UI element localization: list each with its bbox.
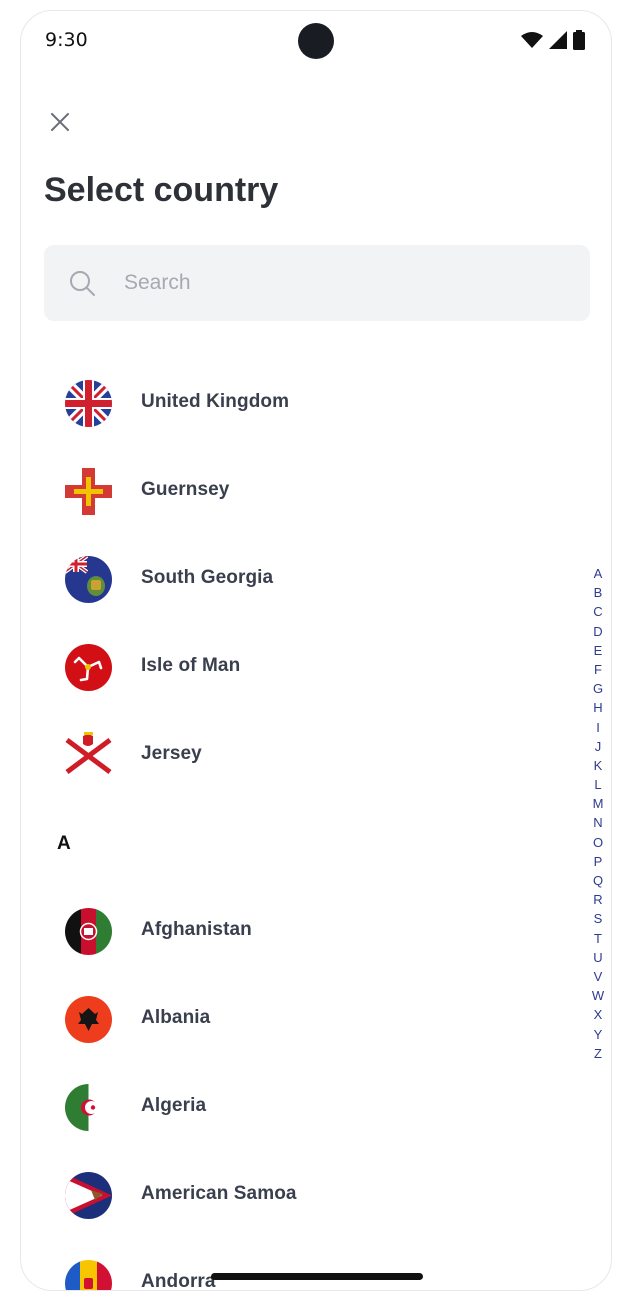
index-letter-m[interactable]: M	[593, 794, 604, 813]
country-name: Andorra	[141, 1271, 216, 1291]
isle-of-man-flag	[65, 644, 112, 691]
country-row-afghanistan[interactable]: Afghanistan	[21, 887, 611, 975]
country-row-albania[interactable]: Albania	[21, 975, 611, 1063]
index-letter-r[interactable]: R	[593, 890, 602, 909]
country-name: South Georgia	[141, 567, 274, 588]
country-name: Jersey	[141, 743, 202, 764]
country-row-united-kingdom[interactable]: United Kingdom	[21, 359, 611, 447]
index-letter-z[interactable]: Z	[594, 1044, 602, 1063]
albania-flag	[65, 996, 112, 1043]
uk-flag	[65, 380, 112, 427]
index-letter-p[interactable]: P	[594, 852, 603, 871]
index-letter-v[interactable]: V	[594, 967, 603, 986]
status-bar: 9:30	[21, 11, 611, 71]
country-row-american-samoa[interactable]: American Samoa	[21, 1151, 611, 1239]
index-letter-h[interactable]: H	[593, 698, 602, 717]
country-list: United Kingdom Guernsey South Georgia Is…	[21, 359, 611, 1291]
country-row-south-georgia[interactable]: South Georgia	[21, 535, 611, 623]
index-letter-i[interactable]: I	[596, 718, 600, 737]
phone-screen: 9:30 Select country Search United Kingdo…	[20, 10, 612, 1291]
index-letter-o[interactable]: O	[593, 833, 603, 852]
close-button[interactable]	[43, 107, 77, 141]
index-letter-y[interactable]: Y	[594, 1025, 603, 1044]
country-row-andorra[interactable]: Andorra	[21, 1239, 611, 1291]
status-icons	[521, 30, 585, 55]
index-letter-g[interactable]: G	[593, 679, 603, 698]
country-name: Algeria	[141, 1095, 207, 1116]
index-letter-l[interactable]: L	[594, 775, 601, 794]
index-letter-c[interactable]: C	[593, 602, 602, 621]
search-box[interactable]	[44, 245, 590, 321]
country-row-isle-of-man[interactable]: Isle of Man	[21, 623, 611, 711]
index-letter-n[interactable]: N	[593, 813, 602, 832]
search-icon	[68, 269, 96, 297]
search-input[interactable]	[122, 270, 526, 296]
index-letter-q[interactable]: Q	[593, 871, 603, 890]
country-row-guernsey[interactable]: Guernsey	[21, 447, 611, 535]
andorra-flag	[65, 1260, 112, 1290]
index-letter-e[interactable]: E	[594, 641, 603, 660]
front-camera	[298, 23, 334, 59]
country-row-algeria[interactable]: Algeria	[21, 1063, 611, 1151]
index-letter-t[interactable]: T	[594, 929, 602, 948]
status-time: 9:30	[45, 29, 88, 51]
index-letter-j[interactable]: J	[595, 737, 602, 756]
guernsey-flag	[65, 468, 112, 515]
index-letter-b[interactable]: B	[594, 583, 603, 602]
afghanistan-flag	[65, 908, 112, 955]
index-letter-d[interactable]: D	[593, 622, 602, 641]
american-samoa-flag	[65, 1172, 112, 1219]
section-header-a: A	[21, 799, 611, 887]
index-letter-x[interactable]: X	[594, 1005, 603, 1024]
wifi-icon	[521, 32, 543, 53]
battery-icon	[573, 30, 585, 55]
country-name: American Samoa	[141, 1183, 297, 1204]
index-letter-k[interactable]: K	[594, 756, 603, 775]
algeria-flag	[65, 1084, 112, 1131]
home-indicator[interactable]	[211, 1273, 423, 1280]
index-letter-f[interactable]: F	[594, 660, 602, 679]
south-georgia-flag	[65, 556, 112, 603]
section-letter: A	[57, 833, 71, 854]
index-letter-a[interactable]: A	[594, 564, 603, 583]
country-name: Guernsey	[141, 479, 230, 500]
index-letter-u[interactable]: U	[593, 948, 602, 967]
country-row-jersey[interactable]: Jersey	[21, 711, 611, 799]
country-name: Afghanistan	[141, 919, 252, 940]
country-name: Albania	[141, 1007, 211, 1028]
signal-icon	[549, 31, 567, 54]
country-name: Isle of Man	[141, 655, 241, 676]
close-icon	[50, 112, 70, 137]
alphabet-index[interactable]: A B C D E F G H I J K L M N O P Q R S T …	[587, 564, 609, 1063]
index-letter-s[interactable]: S	[594, 909, 603, 928]
country-name: United Kingdom	[141, 391, 290, 412]
jersey-flag	[65, 732, 112, 779]
page-title: Select country	[44, 171, 279, 209]
index-letter-w[interactable]: W	[592, 986, 604, 1005]
